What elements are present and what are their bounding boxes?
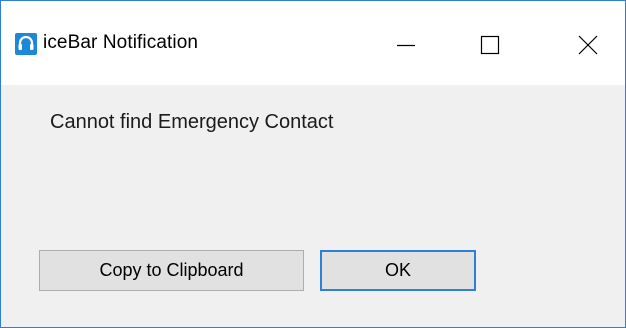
notification-window: iceBar Notification Cannot find Emergenc… bbox=[0, 0, 626, 328]
minimize-button[interactable] bbox=[379, 25, 433, 65]
notification-message: Cannot find Emergency Contact bbox=[50, 111, 334, 133]
title-bar[interactable]: iceBar Notification bbox=[1, 1, 625, 85]
close-button[interactable] bbox=[561, 25, 615, 65]
headset-icon bbox=[15, 33, 37, 55]
minimize-icon bbox=[397, 44, 415, 47]
copy-to-clipboard-button[interactable]: Copy to Clipboard bbox=[39, 250, 304, 291]
maximize-icon bbox=[480, 35, 500, 55]
close-icon bbox=[578, 35, 598, 55]
maximize-button[interactable] bbox=[463, 25, 517, 65]
ok-button[interactable]: OK bbox=[320, 250, 476, 291]
window-title: iceBar Notification bbox=[43, 32, 199, 53]
dialog-body: Cannot find Emergency Contact Copy to Cl… bbox=[1, 85, 625, 327]
